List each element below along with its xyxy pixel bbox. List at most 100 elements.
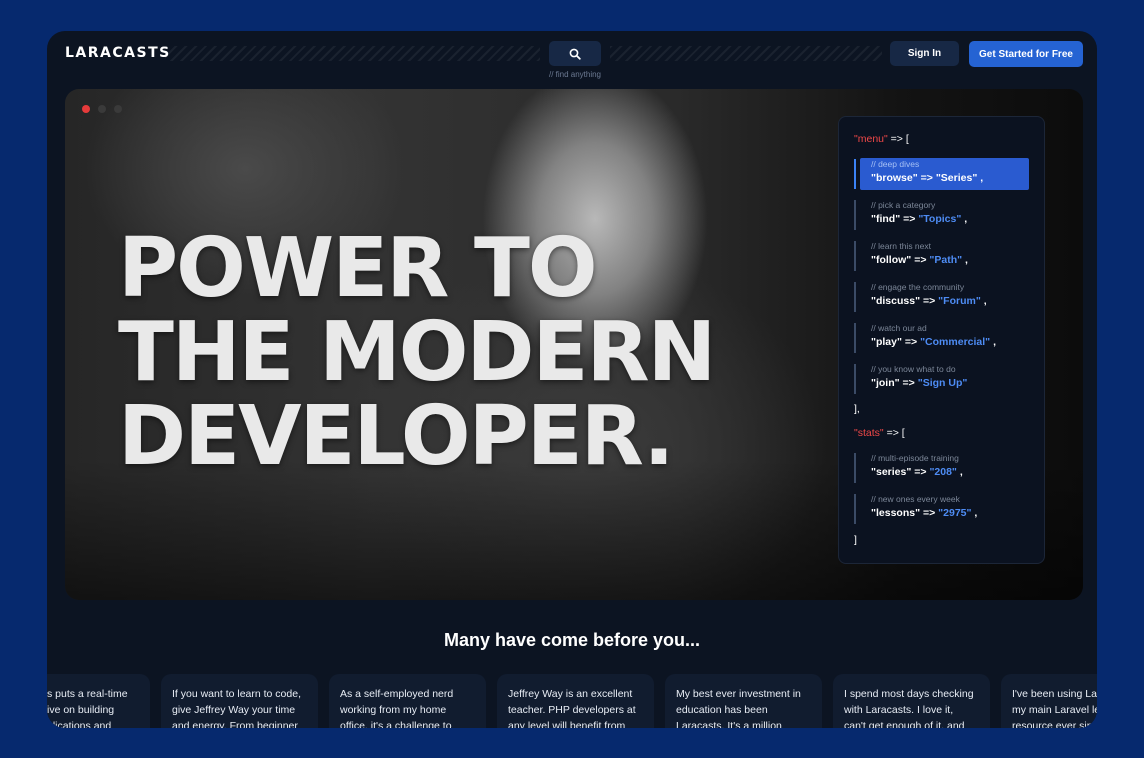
testimonial-line: I've been using Lar <box>1012 688 1097 700</box>
code-line: "follow" => "Path" , <box>871 254 968 266</box>
testimonial-text: Jeffrey Way is an excellent teacher. PHP… <box>508 686 643 728</box>
code-comment: // pick a category <box>871 200 936 210</box>
menu-item-follow[interactable]: // learn this next "follow" => "Path" , <box>854 241 1031 271</box>
code-line: "series" => "208" , <box>871 466 963 478</box>
block-bar <box>854 159 856 189</box>
testimonial-line: I spend most days checking <box>844 688 974 700</box>
code-key: "discuss" <box>871 295 921 307</box>
menu-key: "menu" <box>854 133 888 145</box>
code-value: "Topics" <box>918 213 962 225</box>
code-suffix: , <box>980 295 987 307</box>
testimonial-line: s puts a real-time <box>47 688 128 700</box>
testimonial-line: any level will benefit from <box>508 720 626 728</box>
code-suffix: , <box>961 213 968 225</box>
code-comment: // new ones every week <box>871 494 960 504</box>
testimonial-card[interactable]: Jeffrey Way is an excellent teacher. PHP… <box>497 674 654 728</box>
header-hatch-left <box>165 46 540 61</box>
block-bar <box>854 453 856 483</box>
testimonial-line: resource ever sin <box>1012 720 1093 728</box>
code-key: "play" <box>871 336 902 348</box>
code-value: "Sign Up" <box>917 377 968 389</box>
testimonial-card[interactable]: I've been using Lar my main Laravel le r… <box>1001 674 1097 728</box>
stat-series: // multi-episode training "series" => "2… <box>854 453 1031 483</box>
app-window: LARACASTS // find anything Sign In Get S… <box>47 31 1097 728</box>
stats-key: "stats" <box>854 427 884 439</box>
testimonial-text: I spend most days checking with Laracast… <box>844 686 979 728</box>
testimonial-line: Laracasts. It's a million <box>676 720 782 728</box>
testimonial-line: working from my home <box>340 704 447 716</box>
testimonial-line: Jeffrey Way is an excellent <box>508 688 633 700</box>
code-line: "browse" => "Series" , <box>871 172 983 184</box>
code-key: "browse" <box>871 172 918 184</box>
block-bar <box>854 282 856 312</box>
testimonial-line: give Jeffrey Way your time <box>172 704 296 716</box>
testimonial-text: As a self-employed nerd working from my … <box>340 686 475 728</box>
testimonial-card[interactable]: s puts a real-time ive on building plica… <box>47 674 150 728</box>
code-key: "follow" <box>871 254 912 266</box>
block-bar <box>854 364 856 394</box>
code-line: "discuss" => "Forum" , <box>871 295 987 307</box>
sign-in-button[interactable]: Sign In <box>890 41 959 66</box>
testimonial-card[interactable]: As a self-employed nerd working from my … <box>329 674 486 728</box>
code-line: "find" => "Topics" , <box>871 213 967 225</box>
headline-line: DEVELOPER. <box>118 389 675 484</box>
code-menu-panel: "menu" => [ // deep dives "browse" => "S… <box>838 116 1045 564</box>
menu-item-browse[interactable]: // deep dives "browse" => "Series" , <box>854 158 1031 190</box>
code-comment: // deep dives <box>871 159 920 169</box>
code-comment: // you know what to do <box>871 364 956 374</box>
code-comment: // multi-episode training <box>871 453 959 463</box>
menu-item-play[interactable]: // watch our ad "play" => "Commercial" , <box>854 323 1031 353</box>
code-value: "Commercial" <box>920 336 991 348</box>
search-hint: // find anything <box>548 70 602 79</box>
headline-line: POWER TO <box>118 221 598 316</box>
code-suffix: , <box>962 254 968 266</box>
search-button[interactable] <box>549 41 601 66</box>
testimonial-line: plications and <box>47 720 112 728</box>
code-comment: // watch our ad <box>871 323 927 333</box>
code-arrow: => <box>920 507 939 519</box>
testimonial-line: can't get enough of it, and <box>844 720 965 728</box>
testimonial-line: My best ever investment in <box>676 688 801 700</box>
testimonial-text: If you want to learn to code, give Jeffr… <box>172 686 307 728</box>
menu-open-line: "menu" => [ <box>854 133 909 145</box>
hero-banner: POWER TO THE MODERN DEVELOPER. "menu" =>… <box>65 89 1083 600</box>
search-icon <box>569 48 581 60</box>
code-arrow: => <box>917 172 936 184</box>
menu-item-find[interactable]: // pick a category "find" => "Topics" , <box>854 200 1031 230</box>
code-comment: // engage the community <box>871 282 965 292</box>
code-arrow: => <box>911 254 930 266</box>
get-started-button[interactable]: Get Started for Free <box>969 41 1083 67</box>
testimonial-line: education has been <box>676 704 768 716</box>
menu-item-join[interactable]: // you know what to do "join" => "Sign U… <box>854 364 1031 394</box>
testimonial-card[interactable]: My best ever investment in education has… <box>665 674 822 728</box>
code-value: "208" <box>929 466 957 478</box>
code-key: "lessons" <box>871 507 921 519</box>
testimonial-text: My best ever investment in education has… <box>676 686 811 728</box>
testimonial-card[interactable]: If you want to learn to code, give Jeffr… <box>161 674 318 728</box>
window-dot-close <box>82 105 90 113</box>
block-bar <box>854 241 856 271</box>
menu-item-discuss[interactable]: // engage the community "discuss" => "Fo… <box>854 282 1031 312</box>
block-bar <box>854 494 856 524</box>
testimonial-line: with Laracasts. I love it, <box>844 704 954 716</box>
testimonial-text: s puts a real-time ive on building plica… <box>47 686 150 728</box>
code-suffix: , <box>977 172 984 184</box>
code-value: "2975" <box>938 507 972 519</box>
testimonials-title: Many have come before you... <box>443 630 701 650</box>
code-value: "Path" <box>929 254 963 266</box>
site-logo[interactable]: LARACASTS <box>65 45 171 61</box>
testimonial-line: If you want to learn to code, <box>172 688 301 700</box>
testimonial-line: As a self-employed nerd <box>340 688 454 700</box>
testimonial-card[interactable]: I spend most days checking with Laracast… <box>833 674 990 728</box>
headline-line: THE MODERN <box>118 305 716 400</box>
code-arrow: => <box>899 377 918 389</box>
block-bar <box>854 323 856 353</box>
stat-lessons: // new ones every week "lessons" => "297… <box>854 494 1031 524</box>
testimonial-text: I've been using Lar my main Laravel le r… <box>1012 686 1097 728</box>
code-value: "Forum" <box>938 295 981 307</box>
code-value: "Series" <box>935 172 978 184</box>
stats-arrow: => [ <box>886 427 905 439</box>
window-dot-minimize <box>98 105 106 113</box>
stats-close-line: ] <box>854 534 857 546</box>
site-header: LARACASTS // find anything Sign In Get S… <box>47 31 1097 89</box>
